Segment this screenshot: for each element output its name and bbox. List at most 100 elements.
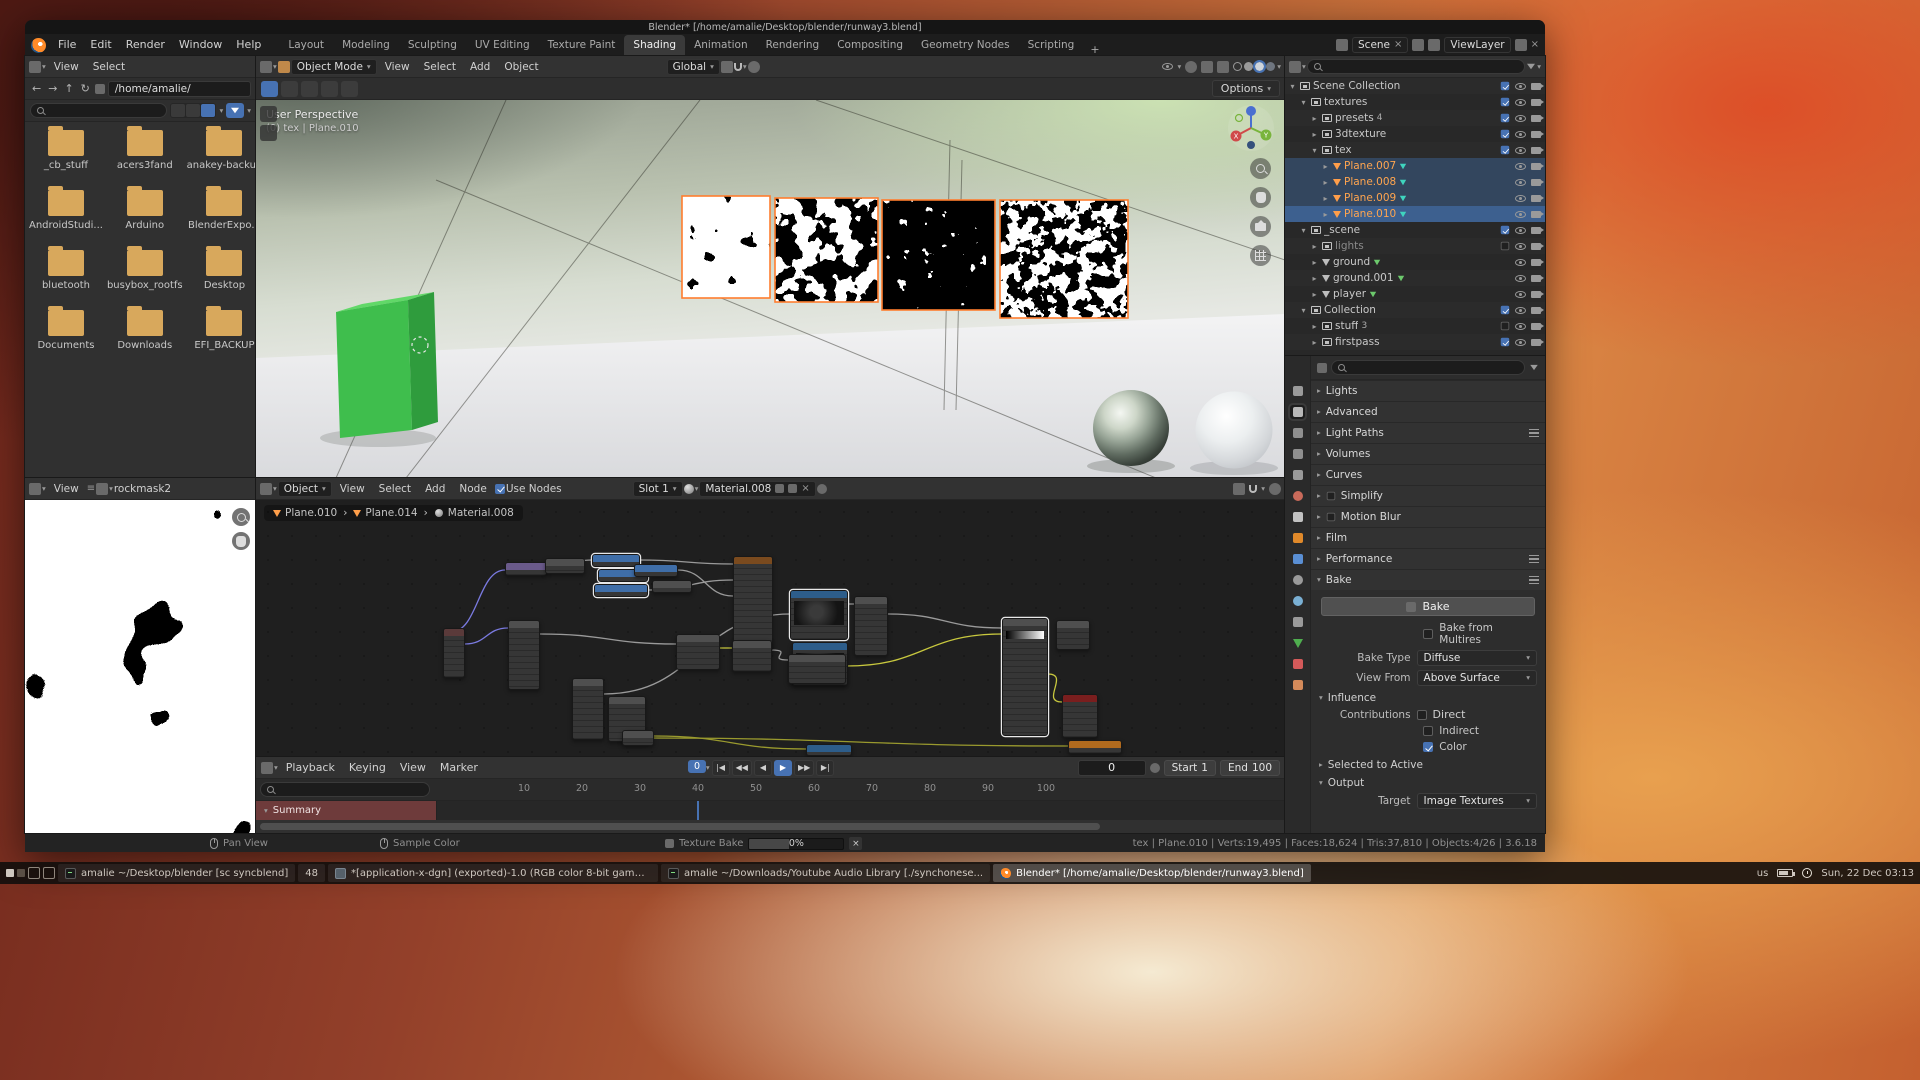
toolbar-select-button[interactable] — [260, 106, 277, 122]
checkbox-icon[interactable] — [1501, 146, 1510, 155]
workspace-dot[interactable] — [17, 869, 25, 877]
select-box-tool-button[interactable] — [281, 81, 298, 97]
view-layer-selector[interactable]: ViewLayer — [1444, 37, 1510, 53]
visibility-toggle-icon[interactable] — [1162, 63, 1173, 70]
current-frame-field[interactable]: 0 — [1078, 760, 1146, 776]
outliner-row-stuff[interactable]: ▸stuff3 — [1285, 318, 1545, 334]
expand-arrow-icon[interactable]: ▾ — [1299, 226, 1308, 235]
checkbox-icon[interactable] — [1501, 98, 1510, 107]
workspace-tab-layout[interactable]: Layout — [279, 35, 333, 56]
outliner-filter-chevron-icon[interactable]: ▾ — [1537, 63, 1541, 71]
workspace-tab-geometry-nodes[interactable]: Geometry Nodes — [912, 35, 1019, 56]
shading-wireframe-icon[interactable] — [1233, 62, 1242, 71]
checkbox-icon[interactable] — [1501, 306, 1510, 315]
camera-icon[interactable] — [1531, 323, 1541, 330]
eye-icon[interactable] — [1515, 307, 1526, 314]
top-menu-file[interactable]: File — [51, 34, 83, 56]
workspace-dot[interactable] — [6, 869, 14, 877]
gizmo-toggle-icon[interactable] — [1185, 61, 1197, 73]
textured-plane-2[interactable] — [775, 198, 878, 302]
unlink-material-icon[interactable]: × — [801, 484, 809, 494]
expand-arrow-icon[interactable]: ▸ — [1310, 274, 1319, 283]
shader-node-2[interactable] — [592, 554, 640, 567]
workspace-tab-sculpting[interactable]: Sculpting — [399, 35, 466, 56]
outliner-row-firstpass[interactable]: ▸firstpass — [1285, 334, 1545, 350]
folder-item-busybox-rootfs[interactable]: busybox_rootfs — [105, 250, 185, 291]
folder-item-arduino[interactable]: Arduino — [105, 190, 185, 231]
eye-icon[interactable] — [1515, 339, 1526, 346]
camera-icon[interactable] — [1531, 131, 1541, 138]
pan-button[interactable] — [1250, 187, 1271, 208]
panel-checkbox[interactable] — [1327, 513, 1336, 522]
panel-advanced-header[interactable]: ▸Advanced — [1311, 401, 1545, 422]
dopesheet-area[interactable] — [437, 801, 1285, 820]
expand-arrow-icon[interactable]: ▸ — [1310, 258, 1319, 267]
eye-icon[interactable] — [1515, 291, 1526, 298]
workspace-tab-texture-paint[interactable]: Texture Paint — [539, 35, 625, 56]
eye-icon[interactable] — [1515, 115, 1526, 122]
display-thumbnail-button[interactable] — [201, 104, 215, 117]
visibility-chevron-icon[interactable]: ▾ — [1177, 63, 1181, 71]
camera-icon[interactable] — [1531, 259, 1541, 266]
panel-bake-header[interactable]: ▾ Bake — [1311, 569, 1545, 590]
camera-icon[interactable] — [1531, 179, 1541, 186]
window-titlebar[interactable]: Blender* [/home/amalie/Desktop/blender/r… — [25, 20, 1545, 34]
workspace-tab-compositing[interactable]: Compositing — [828, 35, 912, 56]
outliner-row-plane-010[interactable]: ▸Plane.010 — [1285, 206, 1545, 222]
play-button[interactable]: ▶ — [774, 760, 792, 776]
breadcrumb-item-material-008[interactable]: Material.008 — [434, 507, 514, 519]
view-layer-icon[interactable] — [1428, 39, 1440, 51]
indirect-checkbox[interactable] — [1423, 726, 1433, 736]
folder-item-downloads[interactable]: Downloads — [105, 310, 185, 351]
panel-lights-header[interactable]: ▸Lights — [1311, 380, 1545, 401]
panel-menu-icon[interactable] — [1529, 555, 1539, 563]
shader-node-11[interactable] — [443, 628, 465, 678]
checkbox-icon[interactable] — [1501, 82, 1510, 91]
end-frame-field[interactable]: End 100 — [1220, 760, 1280, 776]
chrome-sphere[interactable] — [1093, 390, 1169, 466]
eye-icon[interactable] — [1515, 131, 1526, 138]
launcher-icon[interactable] — [28, 867, 40, 879]
create-dir-icon[interactable] — [95, 84, 105, 94]
eye-icon[interactable] — [1515, 195, 1526, 202]
material-icon[interactable] — [684, 484, 694, 494]
checkbox-icon[interactable] — [1501, 114, 1510, 123]
shader-node-0[interactable] — [505, 562, 547, 576]
camera-icon[interactable] — [1531, 275, 1541, 282]
forward-button[interactable]: → — [46, 82, 59, 95]
camera-icon[interactable] — [1531, 115, 1541, 122]
pan-hand-button[interactable] — [232, 532, 250, 550]
taskbar-window-button[interactable]: 48 — [298, 864, 325, 882]
playhead[interactable]: 0 — [688, 760, 706, 773]
outliner-row-textures[interactable]: ▾textures — [1285, 94, 1545, 110]
panel-motion-blur-header[interactable]: ▸Motion Blur — [1311, 506, 1545, 527]
scene-unlink-icon[interactable]: × — [1394, 40, 1402, 50]
timeline-menu-view[interactable]: View — [393, 757, 433, 779]
folder-item-desktop[interactable]: Desktop — [185, 250, 265, 291]
timeline-scrollbar[interactable] — [260, 823, 1100, 830]
editor-type-chevron-icon[interactable]: ▾ — [42, 485, 46, 493]
editor-type-chevron-icon[interactable]: ▾ — [273, 63, 277, 71]
outliner-row-tex[interactable]: ▾tex — [1285, 142, 1545, 158]
options-button[interactable]: Options ▾ — [1212, 80, 1280, 97]
image-canvas[interactable] — [25, 500, 256, 833]
checkbox-icon[interactable] — [1501, 130, 1510, 139]
eye-icon[interactable] — [1515, 227, 1526, 234]
editor-type-icon[interactable] — [261, 762, 273, 774]
navigation-gizmo[interactable]: X Y — [1227, 104, 1275, 152]
shader-menu-select[interactable]: Select — [372, 478, 418, 500]
snap-magnet-icon[interactable] — [1249, 485, 1257, 493]
bake-button[interactable]: Bake — [1321, 597, 1535, 616]
checkbox-icon[interactable] — [1501, 322, 1510, 331]
panel-curves-header[interactable]: ▸Curves — [1311, 464, 1545, 485]
eye-icon[interactable] — [1515, 211, 1526, 218]
textured-plane-1[interactable] — [682, 196, 770, 298]
jump-to-end-button[interactable]: ▶| — [816, 760, 834, 776]
expand-arrow-icon[interactable]: ▸ — [1310, 114, 1319, 123]
outliner-row-ground[interactable]: ▸ground — [1285, 254, 1545, 270]
editor-type-icon[interactable] — [260, 483, 272, 495]
material-name-field[interactable]: Material.008 × — [699, 481, 815, 497]
remove-view-layer-icon[interactable]: × — [1531, 40, 1539, 50]
shader-node-17[interactable] — [788, 654, 846, 684]
editor-type-icon[interactable] — [260, 61, 272, 73]
